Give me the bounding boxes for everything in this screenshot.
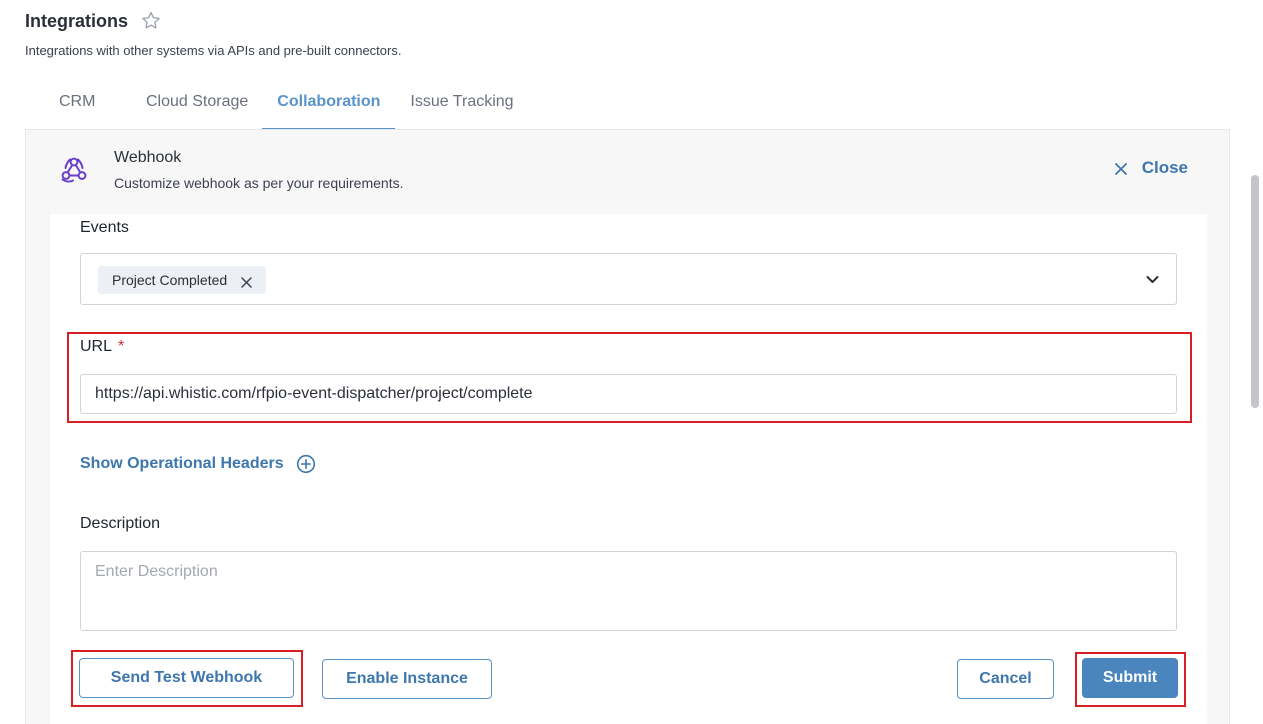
tab-cloud-storage[interactable]: Cloud Storage xyxy=(102,85,262,130)
webhook-form: Events Project Completed URL * https://a… xyxy=(50,214,1207,724)
description-input[interactable] xyxy=(80,551,1177,631)
star-outline-icon[interactable] xyxy=(140,10,162,32)
close-button[interactable]: Close xyxy=(1114,158,1188,178)
chevron-down-icon[interactable] xyxy=(1146,273,1159,286)
show-operational-headers-button[interactable]: Show Operational Headers xyxy=(80,454,316,474)
operational-headers-label: Show Operational Headers xyxy=(80,455,284,472)
webhook-panel-header: Webhook Customize webhook as per your re… xyxy=(26,130,1229,214)
enable-instance-button[interactable]: Enable Instance xyxy=(322,659,492,699)
page-title: Integrations xyxy=(25,10,129,31)
webhook-title: Webhook xyxy=(114,149,182,166)
chip-remove-icon[interactable] xyxy=(241,275,252,288)
close-icon xyxy=(1114,161,1128,175)
tab-issue-tracking[interactable]: Issue Tracking xyxy=(395,85,528,130)
url-label-text: URL xyxy=(80,338,113,355)
plus-circle-icon xyxy=(296,454,316,474)
events-select[interactable]: Project Completed xyxy=(80,253,1177,305)
webhook-description: Customize webhook as per your requiremen… xyxy=(114,175,404,191)
webhook-icon xyxy=(59,154,89,184)
scrollbar-thumb[interactable] xyxy=(1251,175,1259,408)
events-label: Events xyxy=(80,219,129,236)
integration-tabs: CRM Cloud Storage Collaboration Issue Tr… xyxy=(25,85,529,130)
tab-crm[interactable]: CRM xyxy=(25,85,102,122)
tab-collaboration[interactable]: Collaboration xyxy=(262,85,396,130)
page-subtitle: Integrations with other systems via APIs… xyxy=(25,43,402,58)
submit-button[interactable]: Submit xyxy=(1082,658,1178,698)
integrations-page: Integrations Integrations with other sys… xyxy=(0,0,1263,724)
webhook-panel: Webhook Customize webhook as per your re… xyxy=(25,129,1230,724)
event-chip-label: Project Completed xyxy=(112,272,228,288)
close-label: Close xyxy=(1141,158,1188,177)
title-row: Integrations xyxy=(25,10,162,32)
url-input[interactable] xyxy=(80,374,1177,414)
send-test-webhook-button[interactable]: Send Test Webhook xyxy=(79,658,294,698)
description-label: Description xyxy=(80,515,161,532)
cancel-button[interactable]: Cancel xyxy=(957,659,1054,699)
event-chip: Project Completed xyxy=(98,266,267,294)
url-label: URL * xyxy=(80,338,124,356)
required-indicator: * xyxy=(118,338,125,355)
